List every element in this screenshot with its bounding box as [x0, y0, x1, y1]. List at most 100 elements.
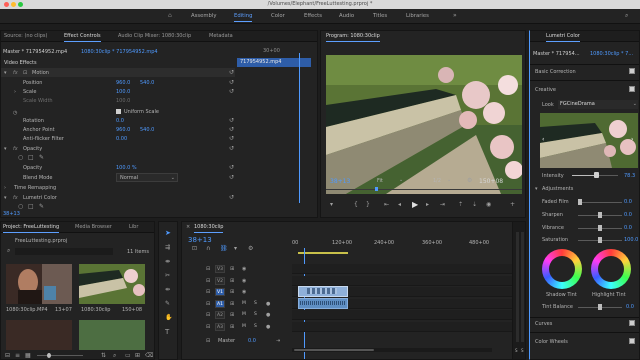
curves-checkbox[interactable]	[629, 320, 635, 326]
expand-motion-icon[interactable]: ▾	[4, 70, 7, 76]
mark-out-icon[interactable]: }	[366, 202, 370, 208]
tint-balance-value[interactable]: 0.0	[626, 304, 634, 310]
tab-program[interactable]: Program: 1080:30clip	[326, 31, 380, 42]
look-dropdown[interactable]: FGCineDrama ⌄	[558, 100, 638, 109]
next-look-icon[interactable]: ›	[631, 137, 633, 143]
reset-icon[interactable]: ↺	[229, 175, 234, 181]
lock-track-icon[interactable]: ⊟	[206, 289, 210, 295]
pen-mask-icon[interactable]: ✎	[39, 155, 44, 161]
zoom-slider[interactable]	[37, 355, 83, 356]
export-frame-icon[interactable]: ◉	[486, 202, 491, 208]
track-target-button[interactable]: A3	[215, 322, 225, 331]
new-bin-icon[interactable]: ▭	[125, 353, 131, 359]
add-marker-icon[interactable]: ▾	[330, 202, 333, 208]
play-icon[interactable]: ▶	[412, 201, 418, 209]
reset-icon[interactable]: ↺	[229, 165, 234, 171]
ellipse-mask-icon[interactable]: ○	[18, 204, 23, 210]
lumetri-sequence-label[interactable]: 1080:30clip * 7...	[590, 51, 633, 57]
look-preview-thumbnail[interactable]: ‹ ›	[540, 113, 638, 168]
stopwatch-icon[interactable]: ◷	[13, 110, 17, 116]
tab-libraries[interactable]: Libr	[129, 222, 138, 233]
adjustment-value[interactable]: 0.0	[624, 212, 632, 218]
previous-look-icon[interactable]: ‹	[542, 137, 544, 143]
workspace-color[interactable]: Color	[271, 9, 285, 24]
blend-mode-dropdown[interactable]: Normal ⌄	[116, 173, 178, 182]
extract-icon[interactable]: ⇣	[472, 202, 477, 208]
reset-icon[interactable]: ↺	[229, 127, 234, 133]
zoom-window-button[interactable]	[18, 2, 23, 7]
lift-icon[interactable]: ⇡	[458, 202, 463, 208]
nest-icon[interactable]: ⊡	[192, 246, 197, 252]
mute-button[interactable]: M	[242, 324, 246, 329]
tab-project[interactable]: Project: FreeLuttesting	[3, 222, 60, 233]
expand-opacity-icon[interactable]: ▾	[4, 146, 7, 152]
adjustment-slider-thumb[interactable]	[578, 199, 582, 205]
skip-to-end-icon[interactable]: ⇥	[276, 338, 280, 344]
eye-icon[interactable]: ◉	[242, 278, 246, 284]
rectangle-mask-icon[interactable]: □	[28, 155, 34, 161]
adjustment-value[interactable]: 0.0	[624, 199, 632, 205]
mute-button[interactable]: M	[242, 312, 246, 317]
expand-time-remapping-icon[interactable]: ›	[4, 185, 6, 191]
hand-tool-icon[interactable]: ✋	[165, 315, 172, 321]
expand-scale-icon[interactable]: ›	[14, 89, 16, 95]
uniform-scale-checkbox[interactable]	[116, 109, 121, 114]
project-search-input[interactable]	[15, 248, 113, 255]
sync-lock-icon[interactable]: ⊞	[230, 289, 234, 295]
mini-playhead[interactable]	[299, 53, 300, 203]
pen-tool-icon[interactable]: ✎	[165, 301, 170, 307]
creative-header[interactable]: Creative	[535, 87, 556, 93]
expand-adjustments-icon[interactable]: ▾	[535, 186, 538, 192]
reset-icon[interactable]: ↺	[229, 195, 234, 201]
minimize-window-button[interactable]	[11, 2, 16, 7]
adjustment-value[interactable]: 0.0	[624, 225, 632, 231]
trash-icon[interactable]: ⌫	[145, 353, 153, 359]
track-target-button[interactable]: V2	[215, 276, 225, 285]
scale-value[interactable]: 100.0	[116, 89, 130, 95]
reset-icon[interactable]: ↺	[229, 80, 234, 86]
lock-track-icon[interactable]: ⊟	[206, 324, 210, 330]
lock-track-icon[interactable]: ⊟	[206, 278, 210, 284]
close-tab-icon[interactable]: ×	[186, 224, 190, 230]
anchor-x-value[interactable]: 960.0	[116, 127, 130, 133]
solo-right-button[interactable]: S	[521, 348, 524, 353]
type-tool-icon[interactable]: T	[165, 329, 169, 336]
tab-lumetri-color[interactable]: Lumetri Color	[546, 31, 580, 42]
tab-source[interactable]: Source: (no clips)	[4, 31, 47, 42]
reset-icon[interactable]: ↺	[229, 89, 234, 95]
close-window-button[interactable]	[4, 2, 9, 7]
solo-button[interactable]: S	[254, 312, 257, 317]
solo-left-button[interactable]: S	[515, 348, 518, 353]
reset-icon[interactable]: ↺	[229, 136, 234, 142]
highlight-tint-wheel[interactable]	[591, 249, 631, 289]
project-thumbnail-clip-2[interactable]	[79, 264, 145, 304]
microphone-icon[interactable]: ●	[266, 301, 270, 307]
timeline-scrollbar[interactable]	[292, 348, 492, 352]
position-y-value[interactable]: 540.0	[140, 80, 154, 86]
workspace-assembly[interactable]: Assembly	[191, 9, 217, 24]
adjustment-slider-thumb[interactable]	[598, 225, 602, 231]
color-wheels-header[interactable]: Color Wheels	[535, 339, 568, 345]
project-thumbnail-clip-3[interactable]	[6, 320, 72, 352]
razor-tool-icon[interactable]: ✂	[165, 273, 170, 279]
rectangle-mask-icon[interactable]: □	[28, 204, 34, 210]
wrench-icon[interactable]: ⚙	[467, 178, 472, 184]
motion-transform-icon[interactable]: ⊡	[23, 70, 27, 76]
selection-tool-icon[interactable]: ➤	[165, 230, 171, 237]
track-lane-a3[interactable]	[292, 321, 522, 332]
track-target-button[interactable]: V1	[215, 288, 225, 296]
workspace-titles[interactable]: Titles	[373, 9, 387, 24]
curves-header[interactable]: Curves	[535, 321, 552, 327]
track-lane-v3[interactable]	[292, 264, 522, 274]
sync-lock-icon[interactable]: ⊞	[230, 278, 234, 284]
adjustment-slider-thumb[interactable]	[598, 212, 602, 218]
tab-media-browser[interactable]: Media Browser	[75, 222, 112, 233]
adjustment-slider[interactable]	[578, 202, 622, 203]
sync-lock-icon[interactable]: ⊞	[230, 312, 234, 318]
adjustments-header[interactable]: Adjustments	[542, 186, 573, 192]
expand-lumetri-icon[interactable]: ▾	[4, 195, 7, 201]
step-forward-icon[interactable]: ▸	[426, 202, 429, 208]
sync-lock-icon[interactable]: ⊟	[206, 338, 210, 344]
track-target-button[interactable]: V3	[215, 265, 225, 273]
color-wheels-checkbox[interactable]	[629, 338, 635, 344]
